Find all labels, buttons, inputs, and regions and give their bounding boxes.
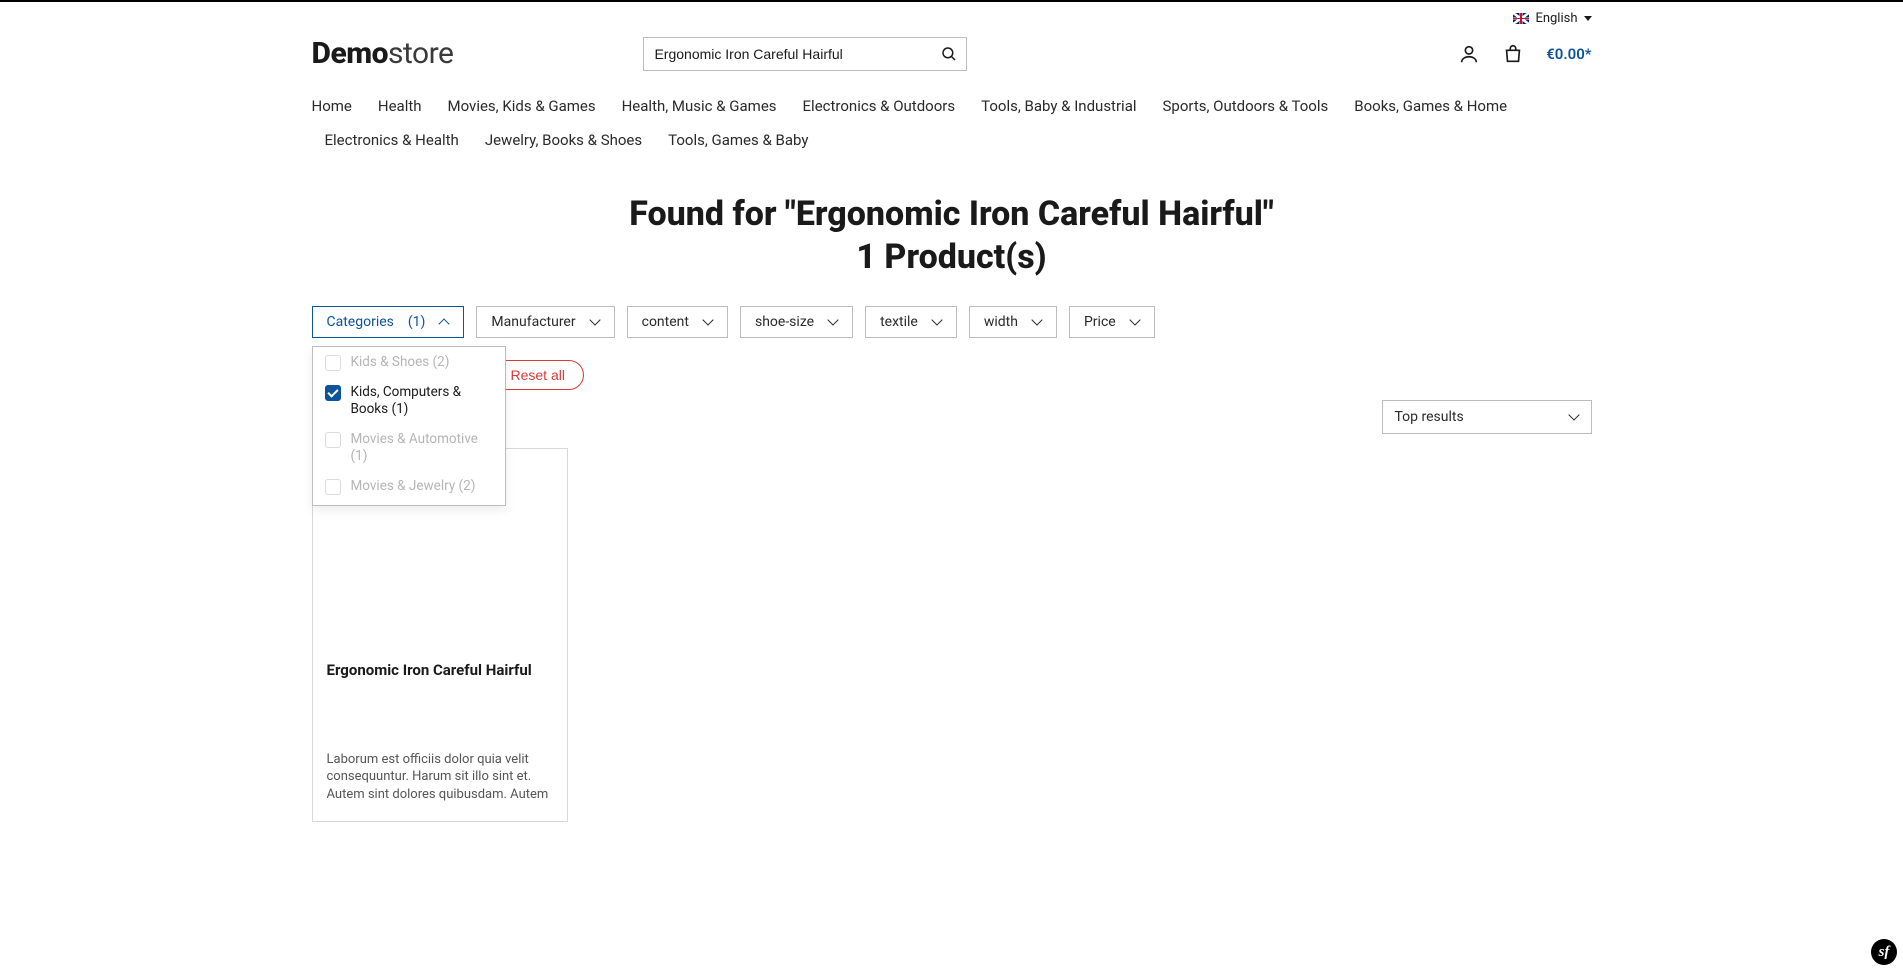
product-title: Ergonomic Iron Careful Hairful: [327, 661, 553, 681]
category-option-label: Kids, Computers & Books (1): [351, 384, 493, 419]
chevron-down-icon: [932, 317, 942, 327]
nav-item[interactable]: Jewelry, Books & Shoes: [472, 123, 655, 157]
symfony-badge-icon[interactable]: sf: [1871, 939, 1897, 965]
chevron-down-icon: [590, 317, 600, 327]
category-option[interactable]: Kids, Computers & Books (1): [313, 378, 505, 425]
categories-dropdown[interactable]: Kids & Shoes (2) Kids, Computers & Books…: [312, 346, 506, 506]
category-option: Movies & Jewelry (2): [313, 472, 505, 502]
nav-item[interactable]: Sports, Outdoors & Tools: [1150, 89, 1342, 123]
nav-item[interactable]: Health, Music & Games: [609, 89, 790, 123]
chevron-down-icon: [1130, 317, 1140, 327]
cart-icon[interactable]: [1502, 43, 1524, 65]
nav-item[interactable]: Books, Games & Home: [1341, 89, 1520, 123]
category-option-label: Movies & Jewelry (2): [351, 478, 476, 496]
filters-row: Categories (1) Manufacturer content shoe…: [312, 306, 1592, 338]
filter-shoe-size[interactable]: shoe-size: [740, 306, 853, 338]
checkbox-icon: [325, 432, 341, 448]
filter-width[interactable]: width: [969, 306, 1057, 338]
search-box[interactable]: [643, 37, 967, 71]
cart-total[interactable]: €0.00*: [1546, 45, 1591, 63]
nav-item[interactable]: Tools, Baby & Industrial: [968, 89, 1149, 123]
category-option: Kids & Shoes (2): [313, 348, 505, 378]
filter-content[interactable]: content: [627, 306, 728, 338]
nav-item[interactable]: Home: [312, 89, 365, 123]
category-option-label: Kids & Shoes (2): [351, 354, 450, 372]
filter-price[interactable]: Price: [1069, 306, 1155, 338]
results-heading: Found for "Ergonomic Iron Careful Hairfu…: [312, 193, 1592, 278]
nav-item[interactable]: Movies, Kids & Games: [435, 89, 609, 123]
search-input[interactable]: [654, 46, 940, 62]
chevron-down-icon: [703, 317, 713, 327]
filter-textile[interactable]: textile: [865, 306, 957, 338]
checkbox-icon: [325, 355, 341, 371]
nav-item[interactable]: Electronics & Health: [312, 123, 472, 157]
nav-item[interactable]: Tools, Games & Baby: [655, 123, 821, 157]
language-label: English: [1535, 11, 1577, 26]
main-nav: Home Health Movies, Kids & Games Health,…: [312, 83, 1592, 169]
filter-manufacturer[interactable]: Manufacturer: [476, 306, 614, 338]
checkbox-icon: [325, 479, 341, 495]
filter-categories[interactable]: Categories (1): [312, 306, 465, 338]
sort-selected-label: Top results: [1395, 409, 1464, 425]
language-selector[interactable]: English: [1513, 11, 1591, 26]
site-logo[interactable]: Demostore: [312, 36, 454, 71]
chevron-down-icon: [1569, 412, 1579, 422]
product-description: Laborum est officiis dolor quia velit co…: [327, 751, 553, 805]
flag-uk-icon: [1513, 13, 1529, 24]
account-icon[interactable]: [1458, 43, 1480, 65]
caret-down-icon: [1584, 16, 1592, 21]
category-option: Movies & Automotive (1): [313, 425, 505, 472]
nav-item[interactable]: Electronics & Outdoors: [790, 89, 969, 123]
search-icon[interactable]: [940, 45, 958, 63]
sort-select[interactable]: Top results: [1382, 400, 1592, 434]
chevron-down-icon: [1032, 317, 1042, 327]
checkbox-checked-icon: [325, 385, 341, 401]
chevron-up-icon: [439, 317, 449, 327]
nav-item[interactable]: Health: [365, 89, 435, 123]
category-option-label: Movies & Automotive (1): [351, 431, 493, 466]
chevron-down-icon: [828, 317, 838, 327]
